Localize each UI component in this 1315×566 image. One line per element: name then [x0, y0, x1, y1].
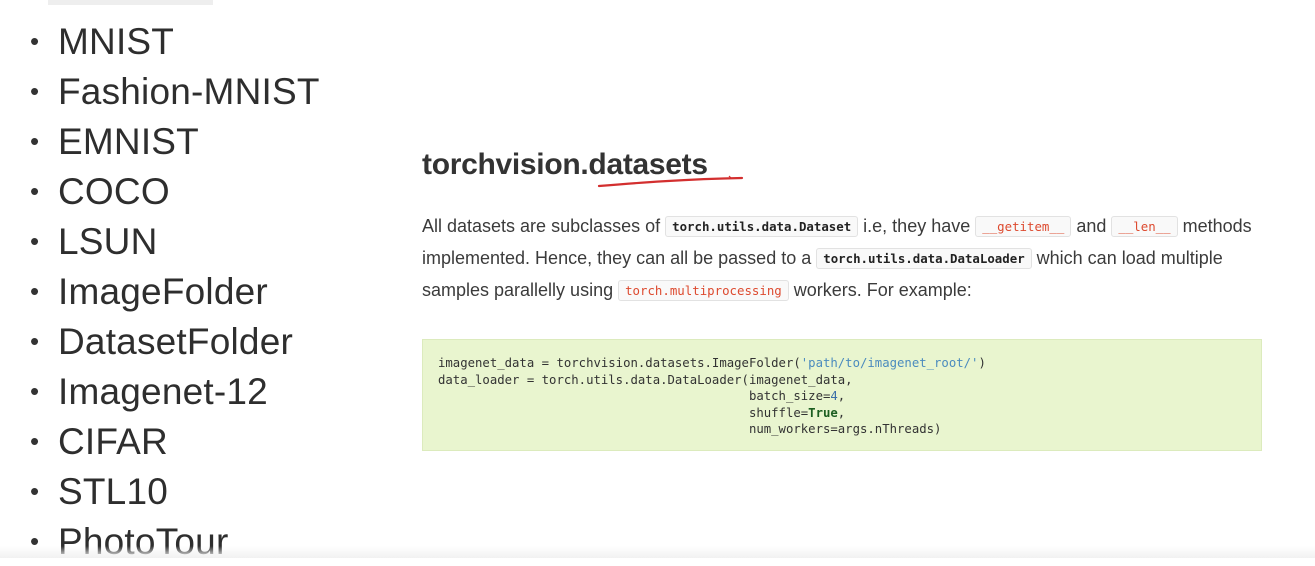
code-number: 4	[830, 389, 838, 404]
list-item: • ImageFolder	[30, 266, 320, 316]
bullet-icon: •	[30, 276, 40, 306]
list-item: • LSUN	[30, 216, 320, 266]
para-text: workers. For example:	[788, 280, 972, 300]
dataset-name: MNIST	[58, 20, 175, 62]
list-item: • DatasetFolder	[30, 316, 320, 366]
bullet-icon: •	[30, 126, 40, 156]
dataset-name: ImageFolder	[58, 270, 268, 312]
description-paragraph: All datasets are subclasses of torch.uti…	[422, 211, 1264, 307]
code-keyword: True	[808, 405, 838, 420]
page-title: torchvision.datasets	[422, 140, 744, 190]
list-item: • Fashion-MNIST	[30, 66, 320, 116]
dataset-name: DatasetFolder	[58, 320, 293, 362]
dataset-name: LSUN	[58, 220, 158, 262]
para-text: and	[1071, 216, 1112, 236]
red-underline-annotation-icon	[597, 175, 744, 188]
code-string: 'path/to/imagenet_root/'	[800, 356, 979, 370]
dataset-name: Fashion-MNIST	[58, 70, 320, 112]
documentation-section: torchvision.datasets All datasets are su…	[422, 140, 1264, 451]
bullet-icon: •	[30, 26, 40, 56]
code-text: num_workers=args.nThreads)	[438, 422, 942, 437]
datasets-bullet-list: • MNIST • Fashion-MNIST • EMNIST • COCO • LSU…	[30, 16, 320, 566]
dataset-name: CIFAR	[58, 420, 168, 462]
list-item: • CIFAR	[30, 416, 320, 466]
bullet-icon: •	[30, 376, 40, 406]
para-text: All datasets are subclasses of	[422, 216, 666, 236]
list-item: • COCO	[30, 166, 320, 216]
inline-code-dataset: torch.utils.data.Dataset	[665, 216, 859, 237]
code-line: data_loader = torch.utils.data.DataLoade…	[438, 372, 1261, 389]
code-text: )	[978, 356, 986, 370]
code-line: num_workers=args.nThreads)	[438, 421, 1261, 438]
bullet-icon: •	[30, 426, 40, 456]
list-item: • Imagenet-12	[30, 366, 320, 416]
inline-code-len: __len__	[1111, 216, 1178, 237]
bullet-icon: •	[30, 476, 40, 506]
list-item: • PhotoTour	[30, 516, 320, 566]
bullet-icon: •	[30, 76, 40, 106]
list-item: • STL10	[30, 466, 320, 516]
dataset-name: COCO	[58, 170, 170, 212]
bullet-icon: •	[30, 226, 40, 256]
inline-code-getitem: __getitem__	[975, 216, 1072, 237]
code-example-block: imagenet_data = torchvision.datasets.Ima…	[422, 339, 1262, 451]
bullet-icon: •	[30, 326, 40, 356]
code-text: ,	[837, 389, 846, 404]
code-line: batch_size=4,	[438, 388, 1261, 405]
code-text: shuffle=	[438, 405, 809, 420]
code-line: shuffle=True,	[438, 405, 1261, 422]
code-text: ,	[837, 405, 846, 420]
inline-code-dataloader: torch.utils.data.DataLoader	[816, 248, 1032, 269]
code-text: data_loader = torch.utils.data.DataLoade…	[438, 372, 853, 387]
dataset-name: Imagenet-12	[58, 370, 268, 412]
para-text: i.e, they have	[858, 216, 976, 236]
code-text: batch_size=	[438, 389, 831, 404]
dataset-name: EMNIST	[58, 120, 199, 162]
list-item: • MNIST	[30, 16, 320, 66]
code-line: imagenet_data = torchvision.datasets.Ima…	[438, 355, 1261, 372]
dataset-name: STL10	[58, 470, 169, 512]
inline-code-multiprocessing: torch.multiprocessing	[618, 280, 789, 301]
top-edge-shade	[48, 0, 213, 5]
bullet-icon: •	[30, 176, 40, 206]
list-item: • EMNIST	[30, 116, 320, 166]
bottom-edge-shade	[0, 546, 1315, 558]
code-text: imagenet_data = torchvision.datasets.Ima…	[438, 356, 801, 370]
